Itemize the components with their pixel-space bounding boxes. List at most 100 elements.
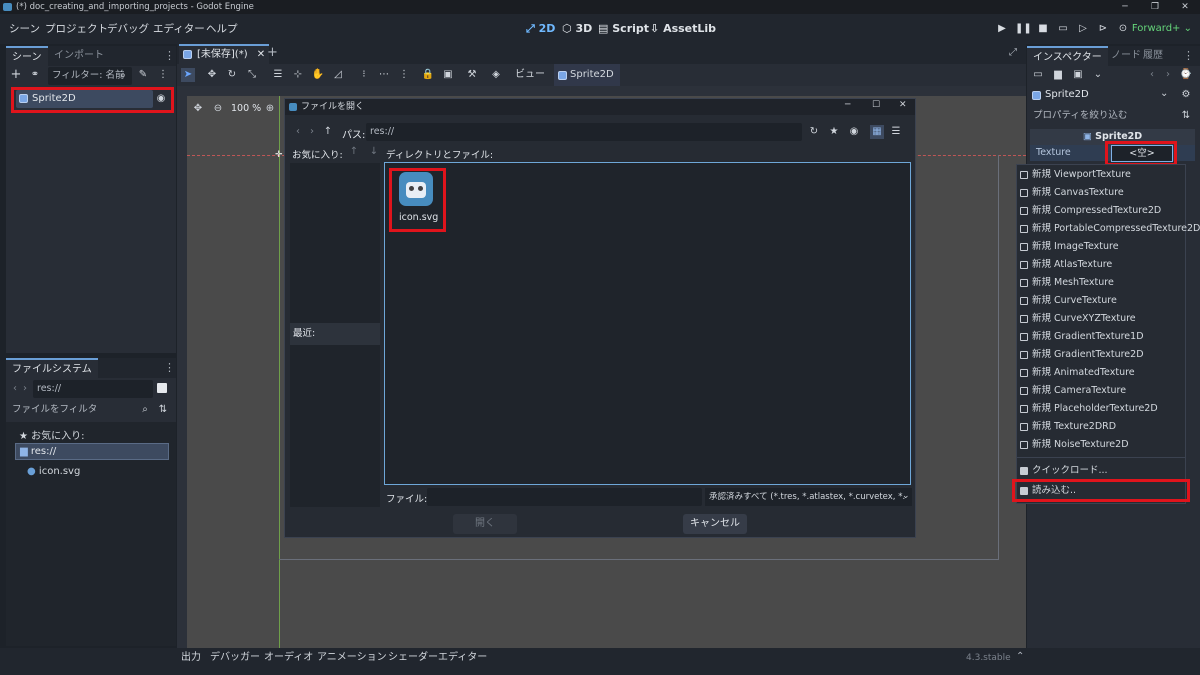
list-select-icon[interactable]: ☰ (271, 68, 285, 82)
menu-new-viewporttexture[interactable]: 新規 ViewportTexture (1017, 166, 1131, 184)
menu-new-noisetexture2d[interactable]: 新規 NoiseTexture2D (1017, 436, 1129, 454)
dialog-filter-select[interactable]: 承認済みすべて (*.tres, *.atlastex, *.curvetex,… (705, 488, 912, 506)
zoom-level[interactable]: 100 % (231, 102, 261, 116)
distraction-free-icon[interactable]: ⤢ (1009, 47, 1017, 58)
workspace-assetlib-button[interactable]: ⇩ AssetLib (650, 14, 716, 44)
tab-output[interactable]: 出力 (181, 648, 201, 668)
tab-inspector[interactable]: インスペクター (1027, 46, 1108, 66)
group-icon[interactable]: ▣ (441, 68, 455, 82)
play-custom-icon[interactable]: ⊳ (1096, 22, 1110, 36)
menu-new-gradienttexture1d[interactable]: 新規 GradientTexture1D (1017, 328, 1144, 346)
workspace-script-button[interactable]: ▤ Script (598, 14, 649, 44)
tab-filesystem[interactable]: ファイルシステム (6, 358, 98, 378)
tab-unsaved-scene[interactable]: [未保存](*) ✕ (179, 44, 270, 64)
property-sort-icon[interactable]: ⇅ (1179, 109, 1193, 123)
ruler-mode-icon[interactable]: ◿ (331, 68, 345, 82)
lock-icon[interactable]: 🔒 (421, 68, 435, 82)
menu-quick-load[interactable]: クイックロード... (1017, 462, 1108, 480)
fs-filter-input[interactable]: ファイルをフィルタ (8, 401, 154, 419)
center-view-icon[interactable]: ✥ (191, 102, 205, 116)
close-window-icon[interactable]: ✕ (1170, 0, 1200, 14)
pause-icon[interactable]: ❚❚ (1015, 22, 1032, 36)
fs-kebab-menu-icon[interactable]: ⋮ (164, 358, 175, 378)
zoom-in-icon[interactable]: ⊕ (263, 102, 277, 116)
link-icon[interactable]: ⚭ (28, 68, 42, 82)
favorite-star-icon[interactable]: ★ (827, 125, 841, 139)
bottom-panel-toggle-icon[interactable]: ⌃ (1016, 651, 1024, 662)
dialog-back-icon[interactable]: ‹ (291, 125, 305, 139)
new-resource-icon[interactable]: ▭ (1031, 68, 1045, 82)
show-hidden-icon[interactable]: ◉ (847, 125, 861, 139)
script-attach-icon[interactable]: ✎ (136, 68, 150, 82)
menu-project[interactable]: プロジェクト (45, 14, 108, 44)
refresh-icon[interactable]: ↻ (807, 125, 821, 139)
view-options-icon[interactable]: ◈ (489, 68, 503, 82)
inspector-forward-icon[interactable]: › (1161, 68, 1175, 82)
dialog-path-field[interactable]: res:// (366, 123, 802, 141)
menu-new-meshtexture[interactable]: 新規 MeshTexture (1017, 274, 1114, 292)
tab-audio[interactable]: オーディオ (264, 648, 313, 668)
move-mode-icon[interactable]: ✥ (205, 68, 219, 82)
kebab-menu-icon[interactable]: ⋮ (164, 46, 175, 66)
open-resource-icon[interactable]: ▆ (1051, 68, 1065, 82)
menu-scene[interactable]: シーン (9, 14, 40, 44)
dialog-forward-icon[interactable]: › (305, 125, 319, 139)
inspector-object-selector[interactable]: Sprite2D (1029, 87, 1169, 103)
add-tab-icon[interactable]: + (267, 45, 278, 60)
split-mode-icon[interactable] (157, 383, 167, 393)
menu-new-cameratexture[interactable]: 新規 CameraTexture (1017, 382, 1126, 400)
tab-scene[interactable]: シーン (6, 46, 48, 66)
fav-up-icon[interactable]: ↑ (347, 145, 361, 159)
menu-new-imagetexture[interactable]: 新規 ImageTexture (1017, 238, 1119, 256)
remote-debug-icon[interactable]: ▭ (1056, 22, 1070, 36)
scene-tree-node-sprite2d[interactable]: Sprite2D (16, 90, 153, 108)
resource-menu-icon[interactable]: ⌄ (1091, 68, 1105, 82)
minimize-icon[interactable]: ─ (1110, 0, 1140, 14)
texture-resource-picker[interactable]: <空> (1111, 145, 1173, 162)
close-tab-icon[interactable]: ✕ (257, 49, 265, 60)
file-grid[interactable]: icon.svg (384, 162, 911, 485)
menu-new-texture2drd[interactable]: 新規 Texture2DRD (1017, 418, 1116, 436)
rotate-mode-icon[interactable]: ↻ (225, 68, 239, 82)
play-scene-icon[interactable]: ▷ (1076, 22, 1090, 36)
bone-icon[interactable]: ⚒ (465, 68, 479, 82)
favorites-list[interactable] (290, 163, 380, 323)
inspector-kebab-icon[interactable]: ⋮ (1183, 46, 1194, 66)
view-menu[interactable]: ビュー (515, 64, 545, 86)
menu-help[interactable]: ヘルプ (206, 14, 238, 44)
history-icon[interactable]: ⌚ (1179, 68, 1193, 82)
pan-mode-icon[interactable]: ✋ (311, 68, 325, 82)
dialog-close-icon[interactable]: ✕ (899, 100, 907, 110)
sort-icon[interactable]: ⇅ (156, 403, 170, 417)
sprite2d-toolbar-button[interactable]: Sprite2D (554, 64, 620, 86)
stop-icon[interactable]: ■ (1036, 22, 1050, 36)
dialog-cancel-button[interactable]: キャンセル (683, 514, 747, 534)
select-mode-icon[interactable]: ➤ (181, 68, 195, 82)
menu-new-placeholdertexture2d[interactable]: 新規 PlaceholderTexture2D (1017, 400, 1158, 418)
zoom-out-icon[interactable]: ⊖ (211, 102, 225, 116)
tab-import[interactable]: インポート (48, 46, 110, 66)
snap-options-icon[interactable]: ⋮ (397, 68, 411, 82)
object-tools-icon[interactable]: ⚙ (1179, 88, 1193, 102)
play-icon[interactable]: ▶ (995, 22, 1009, 36)
property-filter-input[interactable]: プロパティを絞り込む (1029, 107, 1175, 125)
workspace-3d-button[interactable]: ⬡ 3D (562, 14, 592, 44)
dialog-minimize-icon[interactable]: ─ (845, 100, 850, 110)
menu-new-compressedtexture2d[interactable]: 新規 CompressedTexture2D (1017, 202, 1161, 220)
grid-snap-icon[interactable]: ⋯ (377, 68, 391, 82)
dialog-file-input[interactable] (427, 488, 702, 506)
movie-maker-icon[interactable]: ⊙ (1116, 22, 1130, 36)
scale-mode-icon[interactable]: ⤡ (245, 68, 259, 82)
tab-shader-editor[interactable]: シェーダーエディター (388, 648, 487, 668)
restore-icon[interactable]: ❐ (1140, 0, 1170, 14)
tab-debugger[interactable]: デバッガー (210, 648, 260, 668)
fs-root-folder[interactable]: ▆ res:// (15, 443, 169, 460)
menu-new-atlastexture[interactable]: 新規 AtlasTexture (1017, 256, 1112, 274)
fav-down-icon[interactable]: ↓ (367, 145, 381, 159)
godot-svg-thumbnail-icon[interactable] (399, 172, 433, 206)
fs-favorites-row[interactable]: ★ お気に入り: (19, 427, 85, 442)
dialog-up-icon[interactable]: ↑ (321, 125, 335, 139)
workspace-2d-button[interactable]: ⤢ 2D (526, 14, 555, 44)
menu-new-curvexyztexture[interactable]: 新規 CurveXYZTexture (1017, 310, 1136, 328)
menu-new-portablecompressedtexture2d[interactable]: 新規 PortableCompressedTexture2D (1017, 220, 1200, 238)
